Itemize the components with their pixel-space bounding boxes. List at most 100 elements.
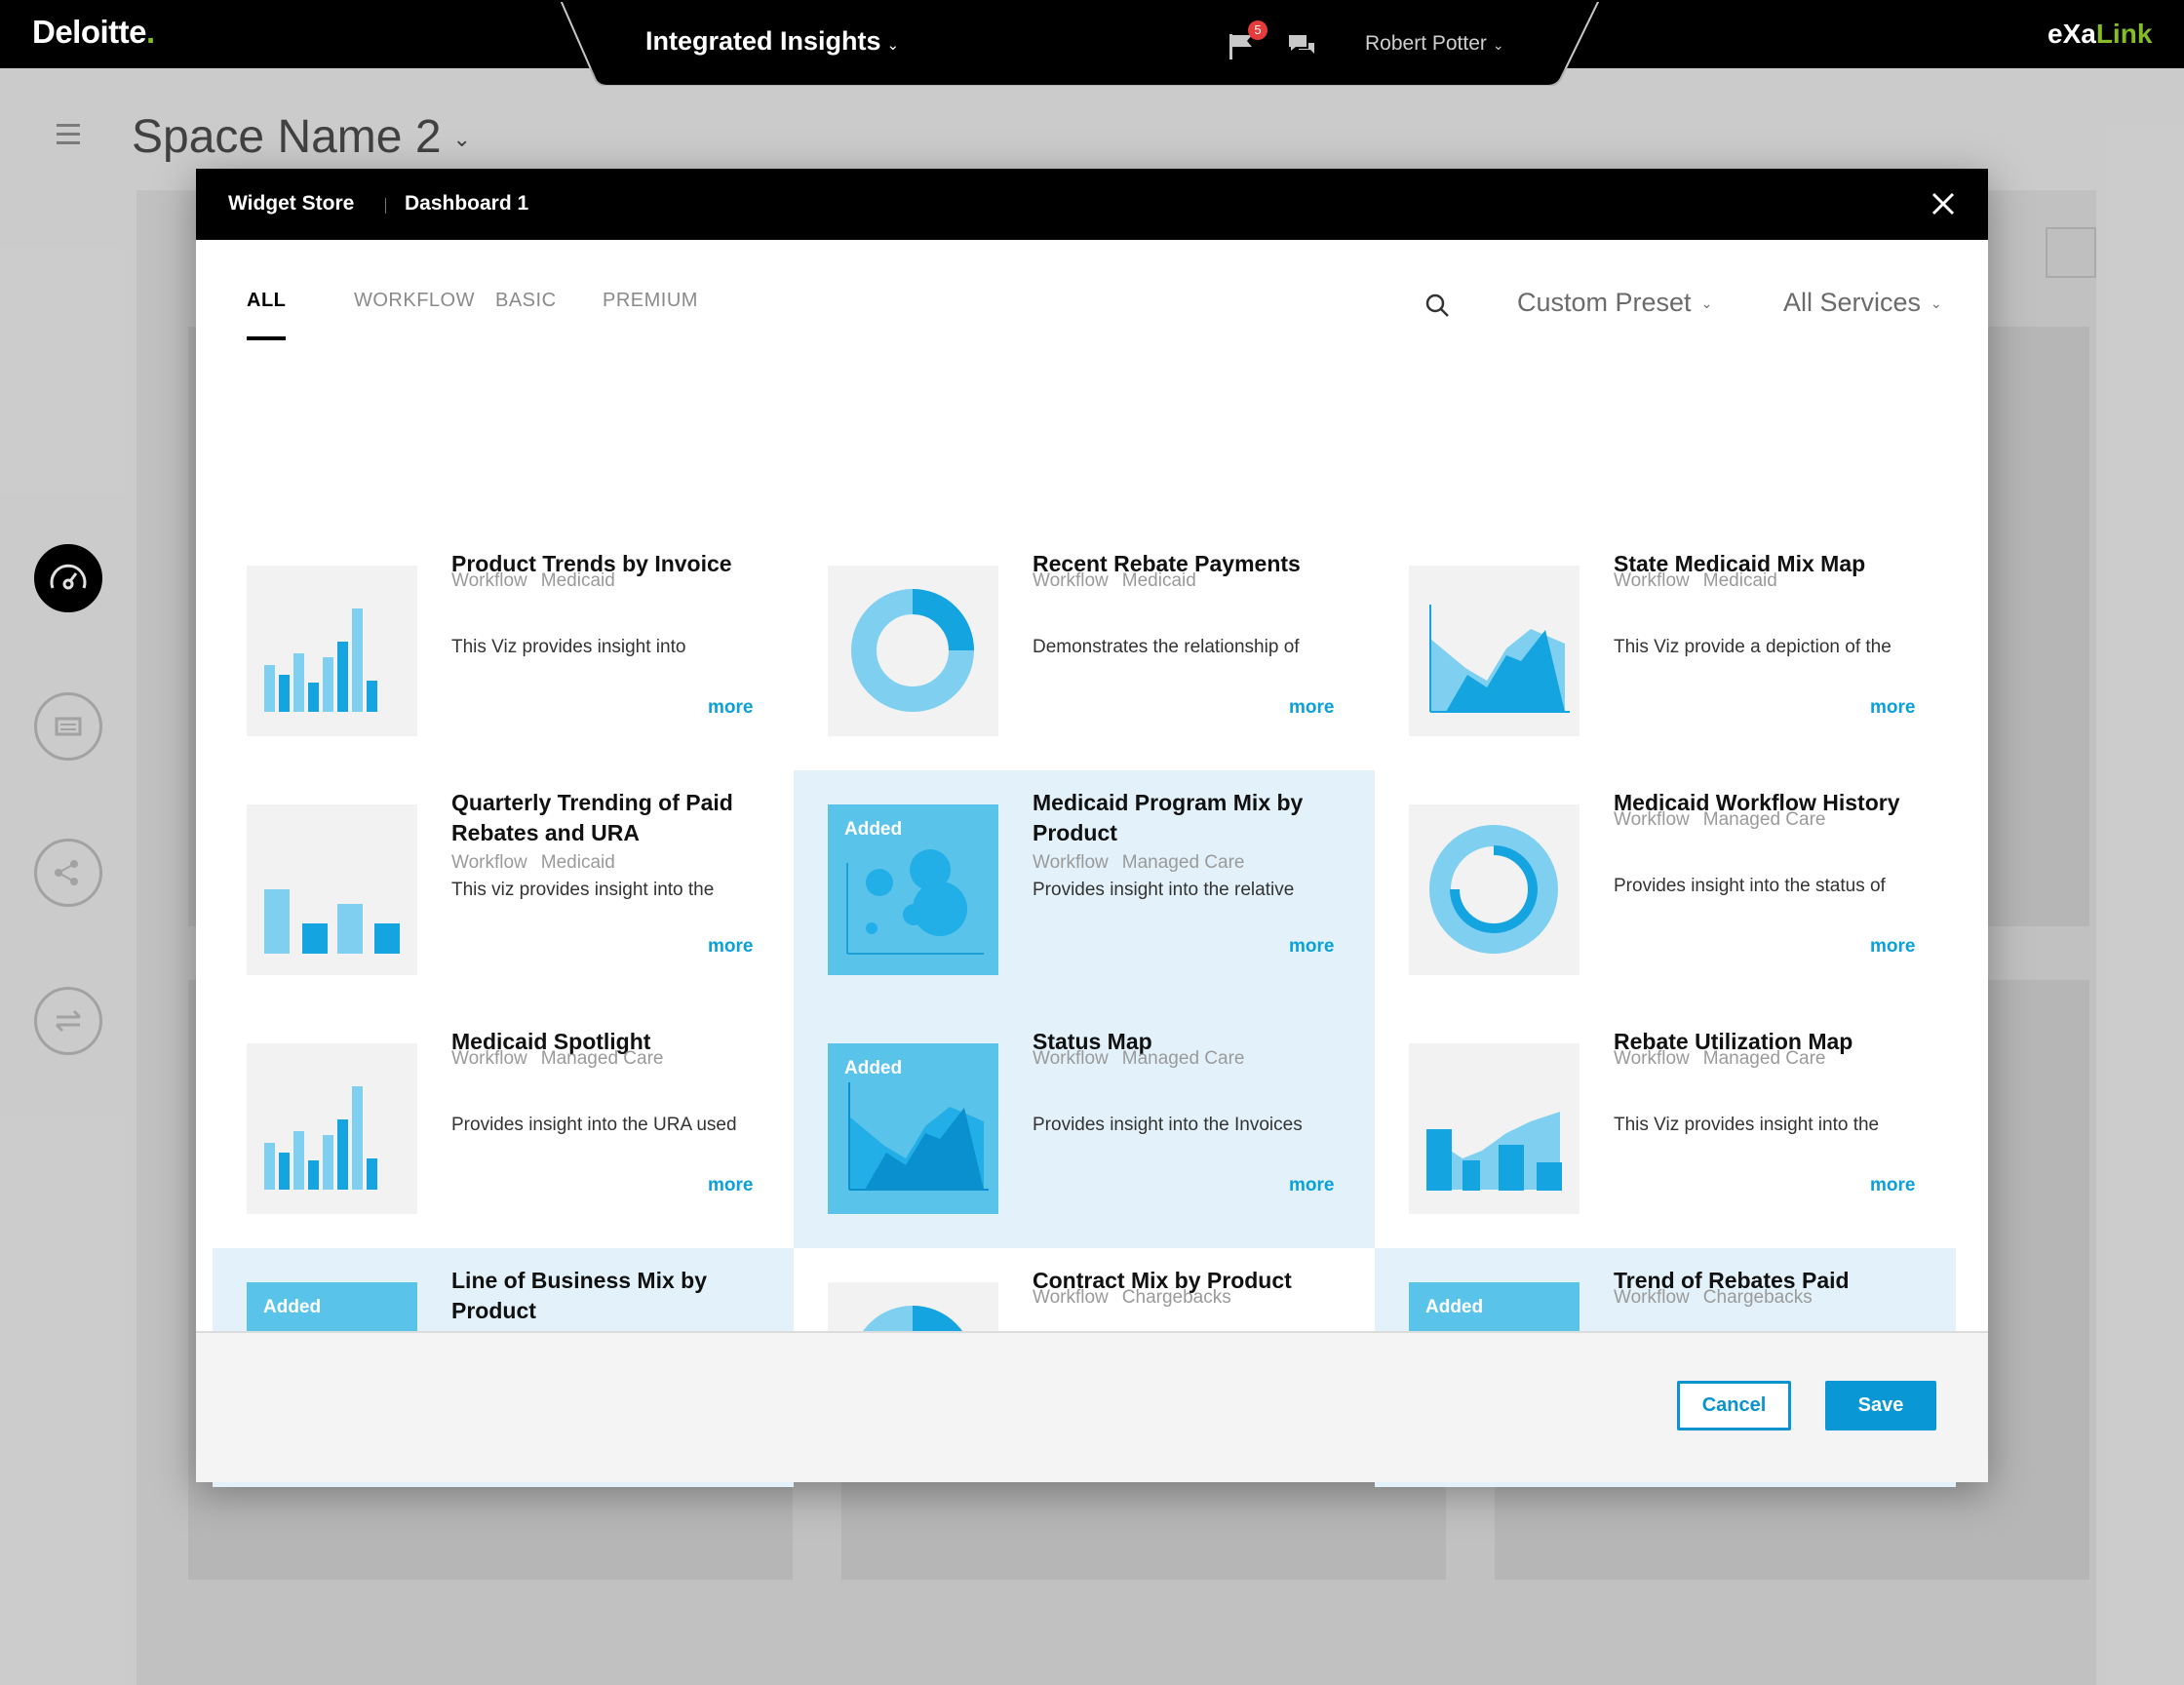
widget-title: Line of Business Mix by Product	[451, 1268, 707, 1323]
services-label: All Services	[1783, 288, 1922, 317]
search-icon[interactable]	[1424, 293, 1450, 318]
preset-label: Custom Preset	[1517, 288, 1692, 317]
all-services-dropdown[interactable]: All Services ⌄	[1783, 288, 1942, 318]
grouped-bar-icon	[247, 804, 417, 975]
widget-card[interactable]: Medicaid Spotlight Workflow Managed Care …	[213, 1009, 794, 1248]
app-title-dropdown[interactable]: Integrated Insights ⌄	[645, 26, 899, 57]
widget-tag: Workflow	[1033, 1287, 1109, 1308]
widget-title: Medicaid Program Mix by Product	[1033, 790, 1304, 845]
widget-card[interactable]: State Medicaid Mix Map Workflow Medicaid …	[1375, 531, 1956, 770]
more-link[interactable]: more	[708, 1175, 753, 1196]
chevron-down-icon: ⌄	[1700, 295, 1713, 312]
widget-tag: Medicaid	[1702, 570, 1777, 591]
widget-tag: Managed Care	[1702, 1048, 1826, 1069]
chat-icon[interactable]	[1287, 33, 1318, 60]
save-button[interactable]: Save	[1825, 1381, 1936, 1430]
more-link[interactable]: more	[1289, 936, 1334, 958]
widget-card[interactable]: Quarterly Trending of Paid Rebates and U…	[213, 770, 794, 1009]
widget-tags: Workflow Chargebacks	[1614, 1287, 1813, 1309]
donut-chart-icon	[828, 566, 998, 736]
widget-tag: Workflow	[1033, 1048, 1109, 1069]
user-menu[interactable]: Robert Potter ⌄	[1365, 32, 1504, 56]
app-title: Integrated Insights	[645, 26, 881, 56]
tab-all[interactable]: ALL	[247, 290, 286, 312]
tab-basic[interactable]: BASIC	[495, 290, 557, 312]
widget-tags: Workflow Medicaid	[1614, 570, 1777, 592]
more-link[interactable]: more	[1870, 1175, 1915, 1196]
widget-tag: Workflow	[1033, 852, 1109, 873]
deloitte-logo[interactable]: Deloitte.	[32, 14, 155, 51]
widget-tag: Chargebacks	[1121, 1287, 1231, 1308]
widget-tag: Managed Care	[540, 1048, 664, 1069]
dashboard-name: Dashboard 1	[405, 192, 529, 215]
cancel-button[interactable]: Cancel	[1677, 1381, 1791, 1430]
tab-workflow[interactable]: WORKFLOW	[354, 290, 475, 312]
widget-tag: Workflow	[1033, 570, 1109, 591]
added-badge: Added	[844, 819, 903, 840]
added-badge: Added	[1425, 1297, 1484, 1317]
area-chart-icon	[1409, 566, 1580, 736]
widget-tag: Workflow	[1614, 1287, 1690, 1308]
widget-description: Provides insight into the URA used	[451, 1115, 737, 1135]
widget-card[interactable]: Recent Rebate Payments Workflow Medicaid …	[794, 531, 1375, 770]
widget-description: This viz provides insight into the	[451, 880, 715, 900]
widget-description: Provides insight into the status of	[1614, 876, 1886, 896]
custom-preset-dropdown[interactable]: Custom Preset ⌄	[1517, 288, 1712, 318]
widget-tag: Workflow	[451, 570, 527, 591]
widget-tag: Managed Care	[1121, 1048, 1245, 1069]
widget-tags: Workflow Managed Care	[1033, 852, 1244, 874]
notification-badge: 5	[1248, 20, 1268, 40]
widget-tags: Workflow Managed Care	[451, 1048, 663, 1070]
more-link[interactable]: more	[708, 936, 753, 958]
more-link[interactable]: more	[1870, 936, 1915, 958]
donut-chart-icon	[851, 589, 974, 712]
widget-tags: Workflow Managed Care	[1614, 809, 1825, 831]
user-name: Robert Potter	[1365, 32, 1487, 55]
added-badge: Added	[263, 1297, 322, 1317]
tab-premium[interactable]: PREMIUM	[603, 290, 698, 312]
bubble-chart-icon: Added	[828, 804, 998, 975]
widget-description: Provides insight into the Invoices	[1033, 1115, 1303, 1135]
logo-dot: .	[146, 14, 155, 50]
product-prefix: eXa	[2048, 19, 2096, 49]
widget-tag: Workflow	[1614, 809, 1690, 830]
widget-description: Provides insight into the relative	[1033, 880, 1295, 900]
widget-card[interactable]: Product Trends by Invoice Workflow Medica…	[213, 531, 794, 770]
widget-card[interactable]: Added Medicaid Program Mix by Product Wo…	[794, 770, 1375, 1009]
logo-text: Deloitte	[32, 14, 147, 50]
widget-card[interactable]: Added Status Map Workflow Managed Care Pr…	[794, 1009, 1375, 1248]
widget-tag: Workflow	[451, 1048, 527, 1069]
widget-tags: Workflow Medicaid	[1033, 570, 1196, 592]
widget-description: Demonstrates the relationship of	[1033, 637, 1300, 657]
widget-description: This Viz provides insight into	[451, 637, 686, 657]
widget-tags: Workflow Chargebacks	[1033, 1287, 1231, 1309]
active-tab-indicator	[247, 336, 286, 340]
widget-card[interactable]: Rebate Utilization Map Workflow Managed C…	[1375, 1009, 1956, 1248]
more-link[interactable]: more	[1289, 697, 1334, 719]
ring-chart-icon	[1429, 825, 1558, 954]
widget-tag: Medicaid	[540, 570, 615, 591]
widget-store-modal: Widget Store Dashboard 1 ALL WORKFLOW BA…	[196, 169, 1988, 1487]
chevron-down-icon: ⌄	[1492, 37, 1504, 53]
widget-tag: Medicaid	[1121, 570, 1196, 591]
widget-tag: Workflow	[1614, 1048, 1690, 1069]
grouped-bar-icon	[264, 889, 400, 954]
widget-tags: Workflow Medicaid	[451, 570, 615, 592]
close-icon[interactable]	[1930, 191, 1956, 216]
bar-area-icon	[1409, 1043, 1580, 1214]
more-link[interactable]: more	[1870, 697, 1915, 719]
widget-tag: Managed Care	[1121, 852, 1245, 873]
bar-chart-icon	[247, 1043, 417, 1214]
bar-chart-icon	[247, 566, 417, 736]
widget-tag: Managed Care	[1702, 809, 1826, 830]
widget-card[interactable]: Medicaid Workflow History Workflow Manage…	[1375, 770, 1956, 1009]
added-badge: Added	[844, 1058, 903, 1078]
product-suffix: Link	[2095, 19, 2153, 49]
bar-chart-icon	[264, 1086, 377, 1190]
widget-tags: Workflow Medicaid	[451, 852, 615, 874]
modal-footer: Cancel Save	[196, 1331, 1988, 1482]
bar-area-icon	[1426, 1112, 1562, 1191]
widget-tag: Medicaid	[540, 852, 615, 873]
more-link[interactable]: more	[1289, 1175, 1334, 1196]
more-link[interactable]: more	[708, 697, 753, 719]
